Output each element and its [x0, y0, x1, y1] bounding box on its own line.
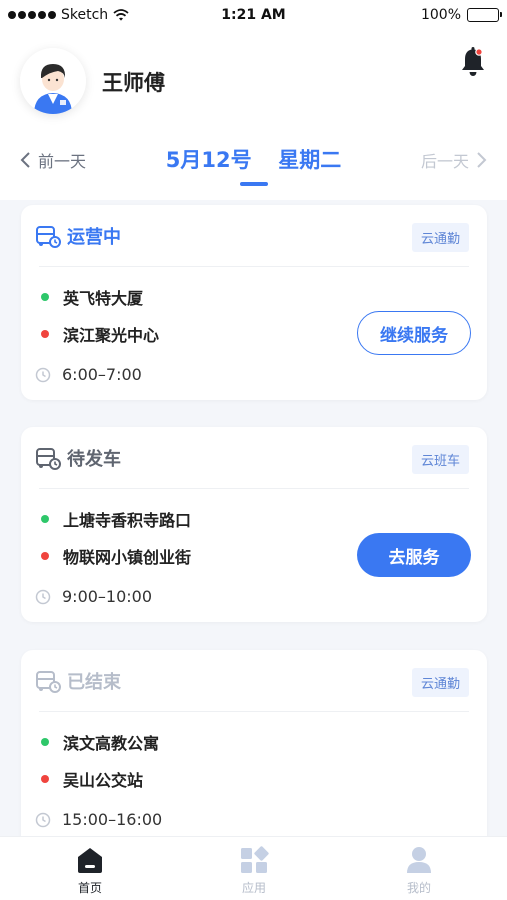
- start-dot: [41, 515, 49, 523]
- trip-status: 待发车: [67, 449, 121, 470]
- wifi-icon: [113, 9, 129, 21]
- bus-icon: [36, 671, 61, 693]
- home-icon: [78, 848, 102, 873]
- end-dot: [41, 330, 49, 338]
- route-start: 上塘寺香积寺路口: [41, 507, 191, 531]
- service-tag: 云通勤: [411, 668, 469, 697]
- signal-strength-icon: [8, 11, 56, 19]
- tab-label: 首页: [77, 881, 102, 895]
- prev-day-button[interactable]: 前一天: [20, 148, 86, 172]
- status-bar: Sketch 1:21 AM 100%: [0, 0, 507, 30]
- continue-service-button[interactable]: 继续服务: [357, 311, 471, 355]
- end-dot: [41, 552, 49, 560]
- route-start: 英飞特大厦: [41, 285, 143, 309]
- date-navigation: 前一天 5月12号 星期二 后一天: [0, 140, 507, 190]
- date-underline: [240, 182, 268, 186]
- start-dot: [41, 293, 49, 301]
- end-station: 物联网小镇创业街: [63, 548, 192, 567]
- avatar[interactable]: [20, 48, 86, 114]
- chevron-right-icon: [477, 152, 487, 168]
- profile-icon: [407, 847, 431, 873]
- trip-time-text: 6:00–7:00: [62, 365, 142, 384]
- unread-badge: [475, 48, 483, 56]
- route-start: 滨文高教公寓: [41, 730, 159, 754]
- tab-label: 我的: [406, 881, 431, 895]
- driver-avatar-icon: [20, 48, 86, 114]
- start-dot: [41, 738, 49, 746]
- start-station: 上塘寺香积寺路口: [63, 511, 192, 530]
- date-text[interactable]: 5月12号: [166, 148, 252, 172]
- next-day-label: 后一天: [420, 152, 469, 171]
- end-station: 吴山公交站: [63, 771, 144, 790]
- clock-icon: [35, 367, 51, 382]
- tab-profile[interactable]: 我的: [359, 837, 479, 900]
- service-tag: 云通勤: [411, 223, 469, 252]
- route-end: 滨江聚光中心: [41, 322, 159, 346]
- battery-percent: 100%: [420, 7, 461, 23]
- start-station: 滨文高教公寓: [63, 734, 160, 753]
- tab-bar: 首页 应用 我的: [0, 836, 507, 900]
- apps-icon: [241, 846, 269, 873]
- trip-card-pending[interactable]: 待发车 云班车 上塘寺香积寺路口 物联网小镇创业街 去服务 9:00–10:00: [21, 427, 487, 622]
- tab-label: 应用: [241, 881, 266, 895]
- bus-icon: [36, 448, 61, 470]
- trip-time: 15:00–16:00: [35, 810, 162, 829]
- prev-day-label: 前一天: [38, 152, 87, 171]
- trip-time-text: 9:00–10:00: [62, 587, 153, 606]
- tab-home[interactable]: 首页: [30, 837, 150, 900]
- go-service-button[interactable]: 去服务: [357, 533, 471, 577]
- card-header: 运营中 云通勤: [36, 205, 469, 267]
- end-dot: [41, 775, 49, 783]
- chevron-left-icon: [20, 152, 30, 168]
- trip-time: 9:00–10:00: [35, 587, 152, 606]
- signal-carrier: Sketch: [8, 7, 129, 23]
- bus-icon: [36, 226, 61, 248]
- clock-icon: [35, 812, 51, 827]
- trip-status: 运营中: [67, 227, 121, 248]
- user-name: 王师傅: [102, 71, 165, 95]
- clock-icon: [35, 589, 51, 604]
- trip-card-finished[interactable]: 已结束 云通勤 滨文高教公寓 吴山公交站 15:00–16:00: [21, 650, 487, 850]
- weekday-text[interactable]: 星期二: [278, 148, 341, 172]
- card-header: 已结束 云通勤: [36, 650, 469, 712]
- service-tag: 云班车: [411, 445, 469, 474]
- route-end: 吴山公交站: [41, 767, 143, 791]
- trip-card-running[interactable]: 运营中 云通勤 英飞特大厦 滨江聚光中心 继续服务 6:00–7:00: [21, 205, 487, 400]
- start-station: 英飞特大厦: [63, 289, 144, 308]
- next-day-button[interactable]: 后一天: [421, 148, 487, 172]
- tab-apps[interactable]: 应用: [194, 837, 314, 900]
- card-header: 待发车 云班车: [36, 427, 469, 489]
- route-end: 物联网小镇创业街: [41, 544, 191, 568]
- end-station: 滨江聚光中心: [63, 326, 160, 345]
- trip-time-text: 15:00–16:00: [62, 810, 163, 829]
- battery-status: 100%: [420, 7, 502, 23]
- trip-time: 6:00–7:00: [35, 365, 142, 384]
- carrier-name: Sketch: [61, 7, 109, 23]
- trip-status: 已结束: [67, 672, 121, 693]
- battery-icon: [467, 8, 502, 22]
- bell-icon[interactable]: [457, 44, 489, 78]
